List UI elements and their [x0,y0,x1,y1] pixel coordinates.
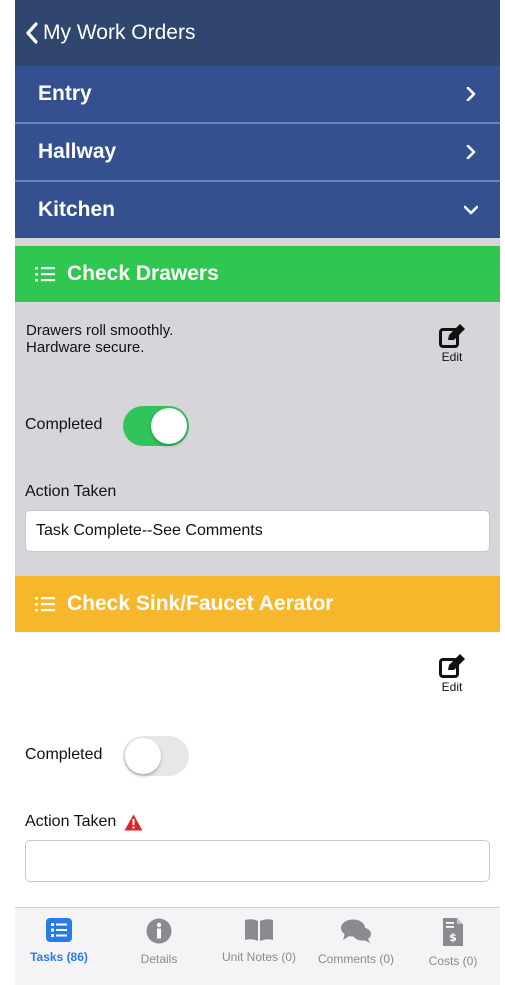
svg-text:$: $ [449,931,457,944]
tab-label: Details [140,952,178,966]
description-line: Drawers roll smoothly. [26,322,174,339]
tab-comments[interactable]: Comments (0) [308,908,404,985]
action-taken-field[interactable] [25,840,490,882]
action-taken-text: Action Taken [25,813,117,830]
toggle-knob [151,408,187,444]
task-description: Drawers roll smoothly. Hardware secure. [26,322,173,356]
edit-icon [439,324,465,348]
toggle-knob [125,738,161,774]
tab-label: Costs (0) [428,954,478,968]
chevron-right-icon [466,87,476,101]
edit-button[interactable]: Edit [432,654,472,698]
chat-bubbles-icon [341,919,371,943]
edit-icon [439,654,465,678]
tab-details[interactable]: Details [119,908,199,985]
book-icon [245,919,273,941]
tab-label: Comments (0) [317,952,394,966]
task-body-check-drawers: Drawers roll smoothly. Hardware secure. … [15,302,500,569]
chevron-right-icon [466,145,476,159]
checklist-icon [35,267,55,282]
section-row-entry[interactable]: Entry [15,66,500,122]
app-frame: My Work Orders Entry Hallway Kitchen Che… [15,0,500,985]
section-row-hallway[interactable]: Hallway [15,124,500,180]
action-taken-label: Action Taken [25,813,143,831]
completed-label: Completed [25,746,103,763]
action-taken-text: Action Taken [25,483,117,500]
section-label: Entry [38,82,92,105]
invoice-icon: $ [443,918,463,946]
chevron-down-icon [464,205,478,215]
edit-label: Edit [441,350,463,364]
tab-tasks[interactable]: Tasks (86) [19,908,99,985]
completed-toggle[interactable] [123,406,189,446]
task-body-check-sink-faucet-aerator: Edit Completed Action Taken [15,632,500,907]
back-button[interactable]: My Work Orders [15,0,500,66]
tab-costs[interactable]: $ Costs (0) [411,908,495,985]
tab-unit-notes[interactable]: Unit Notes (0) [211,908,307,985]
task-title: Check Sink/Faucet Aerator [67,592,334,615]
chevron-left-icon [26,22,38,44]
completed-label: Completed [25,416,103,433]
action-taken-label: Action Taken [25,483,116,501]
list-icon [46,918,72,942]
info-icon [146,918,172,944]
section-label: Hallway [38,140,117,163]
tab-label: Unit Notes (0) [221,950,297,964]
task-header-check-sink-faucet-aerator[interactable]: Check Sink/Faucet Aerator [15,576,500,632]
tab-bar: Tasks (86) Details Unit Notes (0) Commen… [15,907,500,985]
edit-button[interactable]: Edit [432,324,472,368]
task-title: Check Drawers [67,262,219,285]
edit-label: Edit [441,680,463,694]
task-header-check-drawers[interactable]: Check Drawers [15,246,500,302]
section-row-kitchen[interactable]: Kitchen [15,182,500,238]
completed-toggle[interactable] [123,736,189,776]
action-taken-field[interactable]: Task Complete--See Comments [25,510,490,552]
checklist-icon [35,597,55,612]
back-label: My Work Orders [43,21,196,44]
tab-label: Tasks (86) [30,950,88,964]
warning-icon [124,814,143,830]
description-line: Hardware secure. [26,339,145,356]
section-label: Kitchen [38,198,116,221]
